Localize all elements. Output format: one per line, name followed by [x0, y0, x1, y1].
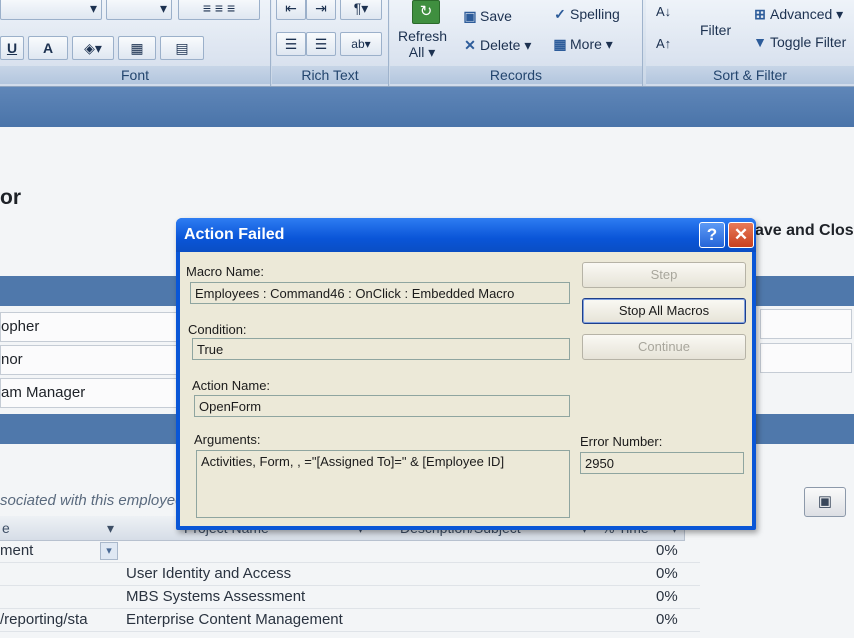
dialog-body: Macro Name: Employees : Command46 : OnCl…: [180, 252, 752, 526]
continue-button[interactable]: Continue: [582, 334, 746, 360]
right-field-1[interactable]: [760, 309, 852, 339]
table-row[interactable]: MBS Systems Assessment 0%: [0, 586, 700, 609]
rich-text-group-label: Rich Text: [272, 66, 388, 84]
table-icon: ▤: [175, 40, 189, 56]
close-icon: ✕: [733, 225, 749, 244]
highlight-button[interactable]: ab▾: [340, 32, 382, 56]
spelling-check-icon: ✓: [554, 6, 566, 22]
dialog-title: Action Failed: [184, 226, 285, 243]
refresh-icon: ↻: [412, 0, 440, 24]
align-buttons[interactable]: ≡ ≡ ≡: [178, 0, 260, 20]
question-icon: ?: [706, 225, 718, 244]
form-title: or: [0, 186, 21, 209]
arguments-label: Arguments:: [194, 432, 261, 447]
error-number-label: Error Number:: [580, 434, 663, 449]
save-icon: ▣: [463, 8, 477, 24]
action-name-label: Action Name:: [192, 378, 271, 393]
highlight-icon: ab: [351, 37, 365, 51]
stop-all-macros-button[interactable]: Stop All Macros: [582, 298, 746, 324]
sort-ascending-button[interactable]: A↓: [656, 4, 671, 19]
save-record-button[interactable]: ▣ Save: [460, 8, 512, 25]
advanced-filter-icon: ⊞: [754, 6, 766, 22]
form-header-band: [0, 87, 854, 127]
font-color-button[interactable]: A: [28, 36, 68, 60]
job-title-field[interactable]: am Manager: [0, 378, 202, 408]
last-name-field[interactable]: nor: [0, 345, 202, 375]
alternate-fill-button[interactable]: ▤: [160, 36, 204, 60]
font-group: ▾ ▾ ≡ ≡ ≡ U A ◈▾ ▦ ▤ Font: [0, 0, 271, 86]
close-button[interactable]: ✕: [728, 222, 754, 248]
bullet-list-icon: ☰: [314, 36, 328, 52]
rich-text-group: ⇤ ⇥ ¶▾ ☰ ☰ ab▾ Rich Text: [272, 0, 389, 86]
associated-projects-label: sociated with this employee: [0, 492, 184, 509]
sort-filter-group: A↓ A↑ Filter ⊞ Advanced ▾ ▼ Toggle Filter …: [646, 0, 854, 86]
numbered-list-button[interactable]: ☰: [276, 32, 306, 56]
condition-label: Condition:: [188, 322, 247, 337]
sort-arrow-icon: ▾: [106, 520, 114, 536]
font-name-dropdown[interactable]: ▾: [0, 0, 102, 20]
combo-dropdown-button[interactable]: ▾: [100, 542, 118, 560]
action-failed-dialog: Action Failed ? ✕ Macro Name: Employees …: [176, 218, 756, 530]
right-field-2[interactable]: [760, 343, 852, 373]
macro-name-label: Macro Name:: [186, 264, 265, 279]
numbered-list-icon: ☰: [284, 36, 298, 52]
table-row[interactable]: User Identity and Access 0%: [0, 563, 700, 586]
more-grid-icon: ▦: [553, 36, 567, 52]
grid-icon: ▦: [130, 40, 144, 56]
sort-descending-button[interactable]: A↑: [656, 36, 671, 51]
font-group-label: Font: [0, 66, 270, 84]
refresh-all-button[interactable]: Refresh All ▾: [398, 28, 447, 61]
funnel-icon: ▼: [753, 34, 767, 50]
first-name-field[interactable]: opher: [0, 312, 202, 342]
projects-datasheet: e▾ Project Name▾ Description/Subject▾ % …: [0, 516, 800, 638]
paint-bucket-icon: ◈: [84, 40, 95, 56]
gridlines-button[interactable]: ▦: [118, 36, 156, 60]
underline-button[interactable]: U: [0, 36, 24, 60]
step-button[interactable]: Step: [582, 262, 746, 288]
records-group-label: Records: [390, 66, 642, 84]
font-size-dropdown[interactable]: ▾: [106, 0, 172, 20]
table-row[interactable]: ment ▾ 0%: [0, 540, 700, 563]
condition-field[interactable]: True: [192, 338, 570, 360]
save-and-close-button[interactable]: ave and Clos: [755, 214, 854, 248]
filter-button[interactable]: Filter: [700, 22, 731, 38]
attachment-button[interactable]: ▣: [804, 487, 846, 517]
ribbon: ▾ ▾ ≡ ≡ ≡ U A ◈▾ ▦ ▤ Font ⇤ ⇥ ¶▾ ☰ ☰ ab▾…: [0, 0, 854, 87]
macro-name-field[interactable]: Employees : Command46 : OnClick : Embedd…: [190, 282, 570, 304]
sort-za-icon: A↑: [656, 36, 672, 51]
attachment-icon: ▣: [817, 493, 833, 510]
records-group: ↻ Refresh All ▾ ▣ Save ✕ Delete ▾ ✓ Spellin…: [390, 0, 643, 86]
table-row[interactable]: /reporting/sta Enterprise Content Manage…: [0, 609, 700, 632]
sort-az-icon: A↓: [656, 4, 672, 19]
spelling-button[interactable]: ✓ Spelling: [550, 6, 620, 23]
toggle-filter-button[interactable]: ▼ Toggle Filter: [750, 34, 846, 50]
delete-record-button[interactable]: ✕ Delete ▾: [460, 37, 531, 54]
text-direction-button[interactable]: ¶▾: [340, 0, 382, 20]
error-number-field[interactable]: 2950: [580, 452, 744, 474]
action-name-field[interactable]: OpenForm: [194, 395, 570, 417]
arguments-field[interactable]: Activities, Form, , ="[Assigned To]=" & …: [196, 450, 570, 518]
sort-filter-group-label: Sort & Filter: [646, 66, 854, 84]
delete-icon: ✕: [464, 37, 476, 53]
bullet-list-button[interactable]: ☰: [306, 32, 336, 56]
outdent-button[interactable]: ⇥: [306, 0, 336, 20]
help-button[interactable]: ?: [699, 222, 725, 248]
indent-button[interactable]: ⇤: [276, 0, 306, 20]
advanced-filter-button[interactable]: ⊞ Advanced ▾: [750, 6, 843, 23]
column-header-type[interactable]: e ▾: [0, 516, 121, 541]
more-button[interactable]: ▦ More ▾: [550, 36, 612, 53]
dialog-titlebar[interactable]: Action Failed ? ✕: [176, 218, 756, 252]
fill-color-button[interactable]: ◈▾: [72, 36, 114, 60]
